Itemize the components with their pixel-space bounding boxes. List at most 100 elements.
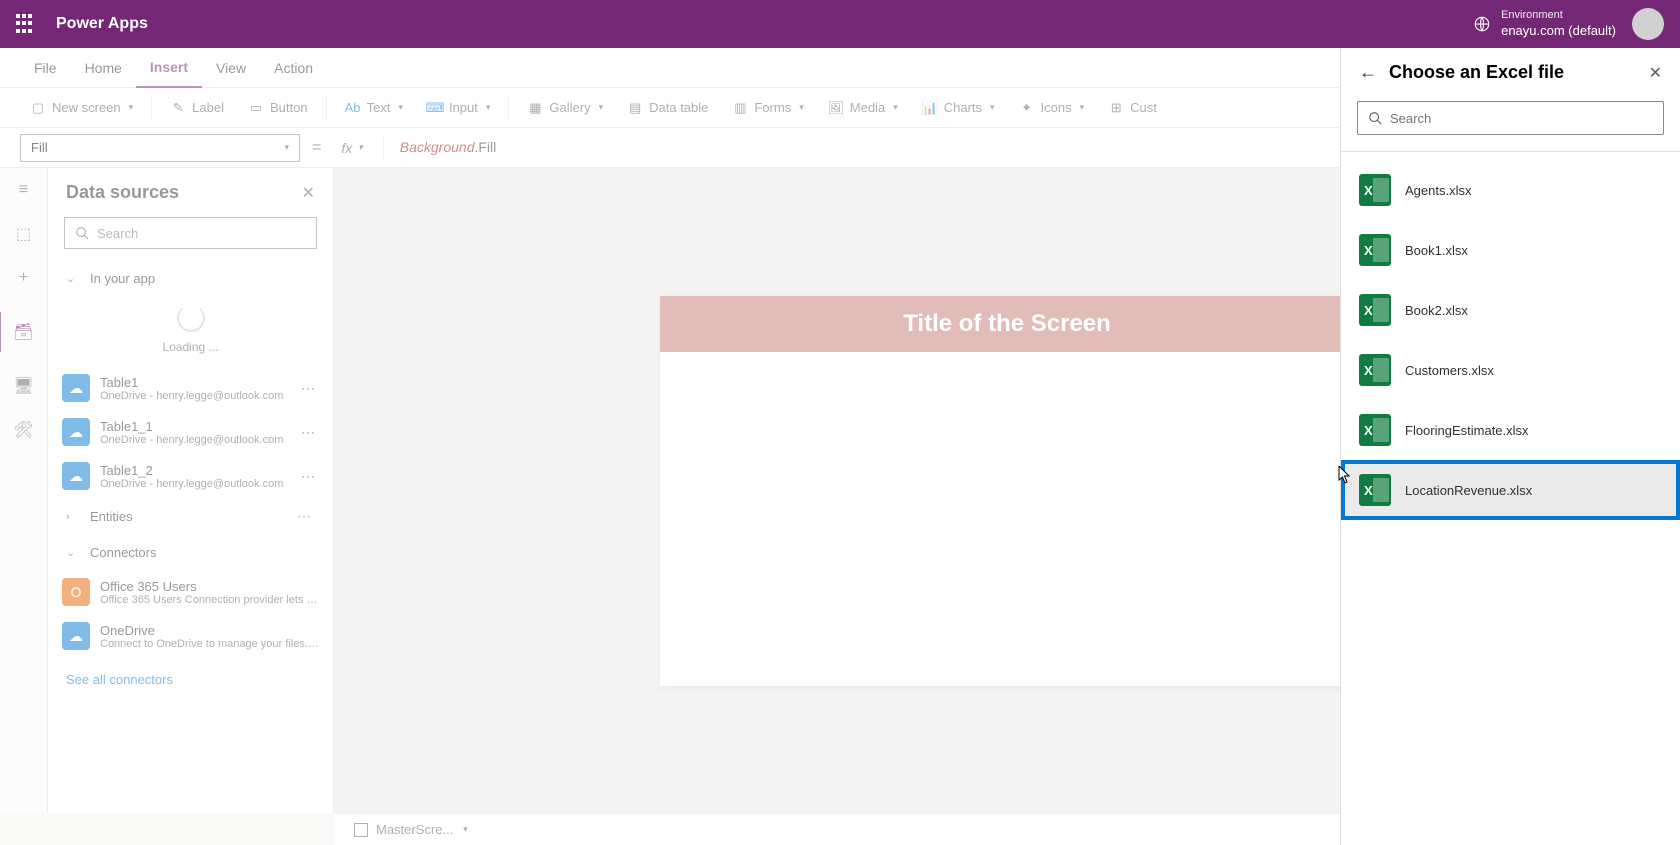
data-icon[interactable]: 🗃	[0, 312, 47, 352]
chevron-down-icon[interactable]: ▾	[463, 824, 468, 835]
flyout-search-input[interactable]	[1390, 111, 1653, 126]
button-icon: ▭	[248, 100, 264, 116]
formula-separator	[383, 136, 384, 160]
ribbon-new-screen-label: New screen	[52, 100, 121, 115]
property-selector[interactable]: Fill ▾	[20, 134, 300, 162]
screen-checkbox[interactable]	[354, 823, 368, 837]
data-search-box[interactable]	[64, 217, 317, 249]
excel-file-item[interactable]: Agents.xlsx	[1341, 160, 1680, 220]
menu-home[interactable]: Home	[71, 48, 136, 88]
section-label: In your app	[90, 271, 155, 286]
user-avatar[interactable]	[1632, 8, 1664, 40]
file-picker-flyout: ← Choose an Excel file ✕ Agents.xlsx Boo…	[1340, 48, 1680, 845]
ribbon-input[interactable]: ⌨ Input ▾	[417, 96, 500, 120]
media-rail-icon[interactable]: 🖥	[14, 376, 34, 396]
chevron-down-icon: ▾	[486, 102, 491, 113]
fx-button[interactable]: fx ▾	[333, 140, 370, 156]
hamburger-icon[interactable]: ≡	[14, 180, 34, 200]
more-icon[interactable]: ⋯	[297, 468, 319, 485]
more-icon[interactable]: ⋯	[297, 380, 319, 397]
canvas-screen[interactable]: Title of the Screen	[660, 296, 1354, 686]
environment-selector[interactable]: Environment enayu.com (default)	[1473, 8, 1616, 39]
data-source-item[interactable]: ☁ Table1_2 OneDrive - henry.legge@outloo…	[48, 454, 333, 498]
excel-icon	[1359, 474, 1391, 506]
ribbon-new-screen[interactable]: ▢ New screen ▾	[20, 96, 143, 120]
fx-label: fx	[341, 140, 352, 156]
ds-sub: OneDrive - henry.legge@outlook.com	[100, 390, 287, 402]
search-icon	[1368, 111, 1382, 125]
ribbon-separator	[151, 96, 152, 120]
ds-name: Table1_1	[100, 419, 287, 434]
excel-file-item[interactable]: Book1.xlsx	[1341, 220, 1680, 280]
more-icon[interactable]: ⋯	[293, 508, 315, 525]
more-icon[interactable]: ⋯	[297, 424, 319, 441]
add-icon[interactable]: +	[14, 268, 34, 288]
ribbon-icons[interactable]: ✦ Icons ▾	[1009, 96, 1095, 120]
excel-file-item[interactable]: FlooringEstimate.xlsx	[1341, 400, 1680, 460]
back-arrow-icon[interactable]: ←	[1359, 62, 1377, 83]
flyout-search-box[interactable]	[1357, 101, 1664, 135]
label-icon: ✎	[170, 100, 186, 116]
tools-icon[interactable]: 🛠	[14, 420, 34, 440]
connector-sub: Office 365 Users Connection provider let…	[100, 594, 319, 606]
connector-item[interactable]: ☁ OneDrive Connect to OneDrive to manage…	[48, 614, 333, 658]
section-connectors[interactable]: ⌄ Connectors	[48, 535, 333, 570]
ribbon-forms[interactable]: ▥ Forms ▾	[722, 96, 813, 120]
excel-file-item[interactable]: Book2.xlsx	[1341, 280, 1680, 340]
menu-insert[interactable]: Insert	[136, 48, 202, 88]
forms-icon: ▥	[732, 100, 748, 116]
loading-indicator: Loading ...	[48, 296, 333, 366]
ds-sub: OneDrive - henry.legge@outlook.com	[100, 434, 287, 446]
ribbon-text[interactable]: Ab Text ▾	[335, 96, 413, 120]
ribbon-data-table[interactable]: ▤ Data table	[617, 96, 718, 120]
status-screen-name[interactable]: MasterScre...	[376, 822, 453, 837]
onedrive-icon: ☁	[62, 418, 90, 446]
table-icon: ▤	[627, 100, 643, 116]
data-source-item[interactable]: ☁ Table1_1 OneDrive - henry.legge@outloo…	[48, 410, 333, 454]
excel-icon	[1359, 414, 1391, 446]
text-icon: Ab	[345, 100, 361, 116]
chevron-down-icon: ▾	[599, 102, 604, 113]
tree-icon[interactable]: ⬚	[14, 224, 34, 244]
ribbon-label-text: Label	[192, 100, 224, 115]
chevron-down-icon: ▾	[990, 102, 995, 113]
ribbon-charts[interactable]: 📊 Charts ▾	[912, 96, 1005, 120]
chevron-right-icon: ›	[66, 511, 78, 523]
formula-property: .Fill	[474, 139, 496, 155]
ribbon-charts-label: Charts	[944, 100, 982, 115]
input-icon: ⌨	[427, 100, 443, 116]
connector-item[interactable]: O Office 365 Users Office 365 Users Conn…	[48, 570, 333, 614]
chevron-down-icon: ⌄	[66, 272, 78, 285]
equals-sign: =	[312, 139, 321, 157]
ribbon-media[interactable]: 🖼 Media ▾	[818, 96, 908, 120]
chevron-down-icon: ▾	[799, 102, 804, 113]
excel-icon	[1359, 354, 1391, 386]
app-launcher-icon[interactable]	[16, 14, 36, 34]
file-name: Book1.xlsx	[1405, 243, 1468, 258]
data-source-item[interactable]: ☁ Table1 OneDrive - henry.legge@outlook.…	[48, 366, 333, 410]
excel-file-item[interactable]: Customers.xlsx	[1341, 340, 1680, 400]
ribbon-custom[interactable]: ⊞ Cust	[1098, 96, 1167, 120]
section-in-your-app[interactable]: ⌄ In your app	[48, 261, 333, 296]
ds-name: Table1	[100, 375, 287, 390]
screen-title-bar[interactable]: Title of the Screen	[660, 296, 1354, 352]
close-icon[interactable]: ✕	[302, 183, 315, 203]
file-name: Agents.xlsx	[1405, 183, 1471, 198]
ribbon-button[interactable]: ▭ Button	[238, 96, 318, 120]
excel-file-item[interactable]: LocationRevenue.xlsx	[1341, 460, 1680, 520]
menu-file[interactable]: File	[20, 48, 71, 88]
close-icon[interactable]: ✕	[1649, 63, 1662, 83]
office-icon: O	[62, 578, 90, 606]
menu-action[interactable]: Action	[260, 48, 327, 88]
ribbon-gallery[interactable]: ▦ Gallery ▾	[517, 96, 613, 120]
section-entities[interactable]: › Entities ⋯	[48, 498, 333, 535]
section-label: Connectors	[90, 545, 156, 560]
menu-view[interactable]: View	[202, 48, 260, 88]
section-label: Entities	[90, 509, 281, 524]
globe-icon	[1473, 15, 1491, 33]
ribbon-label[interactable]: ✎ Label	[160, 96, 234, 120]
see-all-connectors-link[interactable]: See all connectors	[48, 658, 333, 701]
data-search-input[interactable]	[97, 226, 306, 241]
file-name: Customers.xlsx	[1405, 363, 1494, 378]
file-name: Book2.xlsx	[1405, 303, 1468, 318]
